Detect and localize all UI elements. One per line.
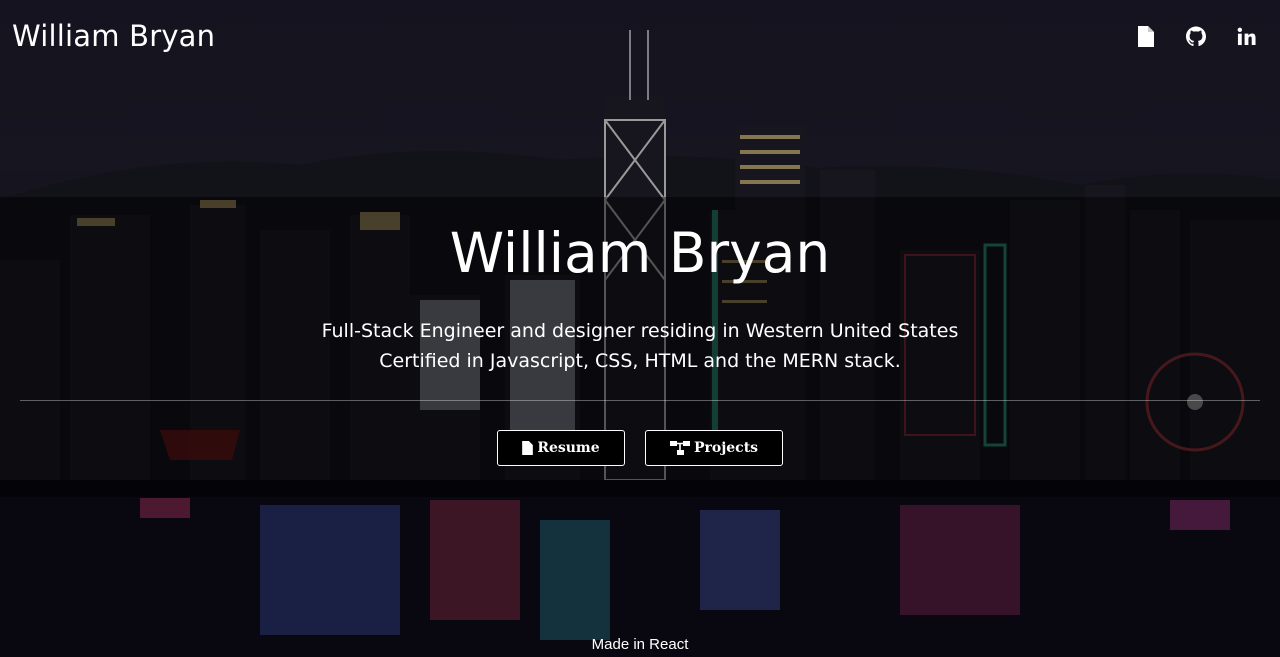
footer-credit: Made in React <box>591 636 689 653</box>
hero-title: William Bryan <box>449 221 831 285</box>
social-icon-bar <box>1136 24 1256 48</box>
divider <box>20 400 1260 401</box>
sitemap-icon <box>669 441 690 455</box>
linkedin-icon[interactable] <box>1236 24 1256 48</box>
hero-banner: William Bryan Full-Stack Engineer and de… <box>0 197 1280 497</box>
tagline-line-2: Certified in Javascript, CSS, HTML and t… <box>379 350 901 372</box>
hero-tagline: Full-Stack Engineer and designer residin… <box>0 316 1280 376</box>
file-icon[interactable] <box>1136 24 1156 48</box>
projects-button[interactable]: Projects <box>645 430 783 466</box>
projects-button-label: Projects <box>693 440 759 456</box>
resume-button[interactable]: Resume <box>497 430 625 466</box>
site-brand[interactable]: William Bryan <box>12 16 215 56</box>
hero-actions: Resume Projects <box>0 430 1280 466</box>
tagline-line-1: Full-Stack Engineer and designer residin… <box>321 320 959 342</box>
github-icon[interactable] <box>1186 24 1206 48</box>
resume-button-label: Resume <box>537 440 600 456</box>
file-icon <box>522 441 534 455</box>
